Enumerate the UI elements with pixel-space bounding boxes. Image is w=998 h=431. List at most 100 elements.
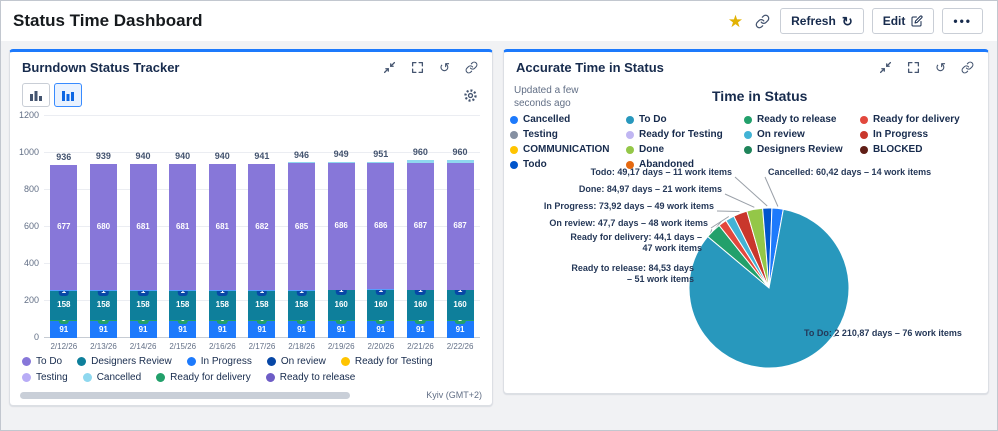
legend-item[interactable]: On review xyxy=(744,127,843,142)
link-icon xyxy=(961,61,974,74)
legend-item-label: Ready to release xyxy=(757,114,837,125)
legend-item[interactable]: Testing xyxy=(510,127,609,142)
collapse-panel-button[interactable] xyxy=(381,59,398,76)
bar-column[interactable]: 916158136809392/13/26 xyxy=(90,116,117,338)
bar-segment[interactable] xyxy=(367,162,394,163)
bar-column[interactable]: 917158136859462/18/26 xyxy=(288,116,315,338)
bar-column[interactable]: 918160116879602/22/26 xyxy=(447,116,474,338)
legend-item[interactable]: Testing xyxy=(22,372,68,383)
segment-value-label: 91 xyxy=(294,325,309,335)
legend-item-label: Done xyxy=(639,144,664,155)
x-axis-date-label: 2/17/26 xyxy=(249,342,276,351)
bar-plot: 916158136779362/12/26 916158136809392/13/… xyxy=(44,116,480,338)
legend-color-dot xyxy=(341,357,350,366)
pie-chart-area: Updated a few seconds ago Time in Status… xyxy=(504,80,988,390)
segment-value-label: 680 xyxy=(94,222,113,232)
refresh-button[interactable]: Refresh ↻ xyxy=(780,8,864,34)
bar-segment[interactable] xyxy=(288,162,315,163)
segment-value-label: 158 xyxy=(292,300,311,310)
bar-column[interactable]: 918160136869512/20/26 xyxy=(367,116,394,338)
chart-settings-button[interactable] xyxy=(461,86,480,105)
legend-item[interactable]: Done xyxy=(626,142,723,157)
bar-column[interactable]: 916158136819402/14/26 xyxy=(130,116,157,338)
bar-column[interactable]: 916158136779362/12/26 xyxy=(50,116,77,338)
legend-item[interactable]: Cancelled xyxy=(83,372,141,383)
stacked-chart-toggle-button[interactable] xyxy=(54,83,82,107)
legend-item[interactable]: Designers Review xyxy=(77,356,172,367)
bar-column[interactable]: 916158136819402/15/26 xyxy=(169,116,196,338)
legend-item[interactable]: Ready for Testing xyxy=(626,127,723,142)
bar-column[interactable]: 916158136819402/16/26 xyxy=(209,116,236,338)
panel-link-button[interactable] xyxy=(463,59,480,76)
segment-value-label: 158 xyxy=(133,300,152,310)
legend-item[interactable]: Ready for delivery xyxy=(156,372,251,383)
more-options-button[interactable]: ••• xyxy=(942,8,983,34)
legend-item[interactable]: Ready to release xyxy=(744,112,843,127)
pie-slice-annotation: Ready to release: 84,53 days – 51 work i… xyxy=(571,263,694,286)
more-options-icon: ••• xyxy=(953,15,972,27)
segment-value-label: 158 xyxy=(252,300,271,310)
legend-color-dot xyxy=(77,357,86,366)
bar-chart-legend: To Do Designers Review In Progress On revie… xyxy=(10,352,492,383)
copy-link-button[interactable] xyxy=(753,12,772,31)
legend-item[interactable]: COMMUNICATION xyxy=(510,142,609,157)
legend-item[interactable]: In Progress xyxy=(860,127,960,142)
x-axis-date-label: 2/14/26 xyxy=(130,342,157,351)
bar-column[interactable]: 918160116879602/21/26 xyxy=(407,116,434,338)
segment-value-label: 91 xyxy=(96,325,111,335)
reset-panel-button[interactable]: ↺ xyxy=(933,59,948,76)
legend-item[interactable]: In Progress xyxy=(187,356,252,367)
legend-item[interactable]: BLOCKED xyxy=(860,142,960,157)
collapse-panel-button[interactable] xyxy=(877,59,894,76)
pie-legend-column: Ready to release On reviewDesigners Revie… xyxy=(744,112,843,157)
column-chart-toggle-button[interactable] xyxy=(22,83,50,107)
legend-row: Testing Cancelled Ready for delivery Ready … xyxy=(22,372,480,383)
edit-button[interactable]: Edit xyxy=(872,8,935,34)
panel-link-button[interactable] xyxy=(959,59,976,76)
legend-item[interactable]: Ready for Testing xyxy=(341,356,433,367)
bar-column[interactable]: 917160136869492/19/26 xyxy=(328,116,355,338)
bar-segment[interactable] xyxy=(447,160,474,162)
y-axis-tick-label: 0 xyxy=(34,332,39,342)
segment-value-label: 682 xyxy=(252,222,271,232)
bar-segment[interactable] xyxy=(328,162,355,163)
y-axis-tick-label: 1000 xyxy=(19,147,39,157)
legend-color-dot xyxy=(860,146,868,154)
legend-item[interactable]: Designers Review xyxy=(744,142,843,157)
bar-total-label: 960 xyxy=(453,147,468,157)
pie-slice-annotation: Done: 84,97 days – 21 work items xyxy=(579,184,722,195)
legend-item[interactable]: Cancelled xyxy=(510,112,609,127)
reset-panel-button[interactable]: ↺ xyxy=(437,59,452,76)
bar-segment[interactable] xyxy=(407,160,434,162)
bar-total-label: 960 xyxy=(413,147,428,157)
expand-panel-button[interactable] xyxy=(409,59,426,76)
x-axis-date-label: 2/18/26 xyxy=(288,342,315,351)
legend-color-dot xyxy=(22,373,31,382)
legend-item[interactable]: To Do xyxy=(626,112,723,127)
bar-total-label: 936 xyxy=(56,152,71,162)
link-icon xyxy=(755,14,770,29)
segment-value-label: 686 xyxy=(371,221,390,231)
legend-item[interactable]: Ready to release xyxy=(266,372,356,383)
expand-panel-button[interactable] xyxy=(905,59,922,76)
pie-legend-column: CancelledTestingCOMMUNICATIONTodo xyxy=(510,112,609,172)
dashboard-content: Burndown Status Tracker ↺ xyxy=(1,41,997,414)
pie-legend-column: Ready for deliveryIn ProgressBLOCKED xyxy=(860,112,960,157)
x-axis-date-label: 2/21/26 xyxy=(407,342,434,351)
legend-item[interactable]: On review xyxy=(267,356,326,367)
segment-value-label: 91 xyxy=(373,325,388,335)
legend-color-dot xyxy=(744,116,752,124)
burndown-panel-title: Burndown Status Tracker xyxy=(22,60,179,75)
segment-value-label: 681 xyxy=(213,222,232,232)
legend-item[interactable]: Ready for delivery xyxy=(860,112,960,127)
last-updated-label: Updated a few seconds ago xyxy=(514,84,606,110)
segment-value-label: 158 xyxy=(94,300,113,310)
fullscreen-icon xyxy=(907,61,920,74)
y-axis-tick-label: 1200 xyxy=(19,110,39,120)
horizontal-scrollbar[interactable] xyxy=(20,392,350,399)
bar-column[interactable]: 916158136829412/17/26 xyxy=(248,116,275,338)
bar-total-label: 949 xyxy=(334,149,349,159)
legend-item[interactable]: To Do xyxy=(22,356,62,367)
favorite-button[interactable]: ★ xyxy=(726,11,745,32)
legend-color-dot xyxy=(156,373,165,382)
